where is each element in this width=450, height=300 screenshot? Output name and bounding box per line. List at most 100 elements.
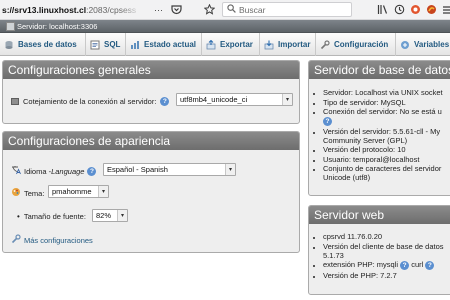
help-icon[interactable]: ? [160, 96, 170, 106]
list-item-text: curl [411, 260, 424, 269]
tab-sql-label: SQL [104, 40, 121, 49]
export-icon [205, 39, 216, 50]
tab-settings-label: Configuración [334, 40, 389, 49]
tab-import-label: Importar [278, 40, 311, 49]
bookmark-star-icon[interactable] [203, 3, 216, 16]
wrench-icon [319, 39, 330, 50]
appearance-settings-header: Configuraciones de apariencia [3, 132, 299, 150]
theme-row: Tema: [11, 184, 44, 202]
db-server-title: Servidor de base de datos [314, 63, 450, 77]
language-label-english: Language [51, 166, 85, 176]
font-size-label: Tamaño de fuente: [23, 211, 86, 221]
list-item-text: Unicode (utf8) [323, 173, 371, 182]
list-item-text: Community Server (GPL) [323, 135, 408, 145]
list-item: Versión de PHP: 7.2.7 [323, 271, 444, 280]
tab-databases[interactable]: Bases de datos [0, 33, 86, 56]
font-size-select[interactable]: 82% ▾ [92, 209, 128, 222]
tab-databases-label: Bases de datos [18, 40, 77, 49]
appearance-settings-title: Configuraciones de apariencia [8, 134, 171, 148]
language-select[interactable]: Español - Spanish ▾ [103, 163, 236, 176]
import-icon [263, 39, 274, 50]
more-settings-link[interactable]: Más configuraciones [11, 231, 93, 249]
list-item: Versión del protocolo: 10 [323, 145, 443, 154]
tab-variables[interactable]: Variables [396, 33, 450, 56]
pocket-icon[interactable] [170, 3, 183, 16]
appearance-settings-panel: Configuraciones de apariencia Idioma - L… [2, 131, 300, 253]
tab-import[interactable]: Importar [260, 33, 316, 56]
general-settings-panel: Configuraciones generales Cotejamiento d… [2, 60, 300, 124]
help-icon[interactable]: ? [323, 117, 332, 126]
tab-status[interactable]: Estado actual [126, 33, 202, 56]
tab-settings[interactable]: Configuración [316, 33, 396, 56]
main-tab-bar: Bases de datos SQL Estado actual Exporta… [0, 33, 450, 56]
list-item: Servidor: Localhost via UNIX socket [323, 88, 443, 97]
url-host: s://srv13.linuxhost.cl [2, 5, 87, 15]
help-icon[interactable]: ? [400, 261, 410, 270]
list-item: cpsrvd 11.76.0.20 [323, 232, 444, 241]
list-item: Versión del cliente de base de datos5.1.… [323, 242, 444, 260]
database-icon [3, 39, 14, 50]
help-icon[interactable]: ? [425, 261, 435, 270]
chevron-down-icon: ▾ [98, 186, 108, 197]
server-breadcrumb: Servidor: localhost:3306 [0, 20, 450, 33]
list-item-text: Conexión del servidor: No se está u [323, 107, 442, 116]
list-item-text: 5.1.73 [323, 250, 344, 260]
font-size-row: • Tamaño de fuente: [17, 207, 86, 225]
browser-search-box[interactable] [222, 2, 352, 17]
status-icon [129, 39, 140, 50]
language-label: Idioma - [24, 166, 52, 176]
general-settings-header: Configuraciones generales [3, 61, 299, 79]
theme-label: Tema: [24, 188, 45, 198]
list-item: Tipo de servidor: MySQL [323, 98, 443, 107]
list-item: extensión PHP: mysqli ? curl ? [323, 260, 444, 270]
library-icon[interactable] [376, 3, 389, 16]
wrench-icon [11, 234, 21, 246]
collation-value: utf8mb4_unicode_ci [180, 95, 248, 104]
help-icon[interactable]: ? [87, 166, 97, 176]
search-input[interactable] [239, 4, 349, 15]
list-item: Versión del servidor: 5.5.61-cll - MyCom… [323, 127, 443, 145]
history-icon[interactable] [393, 3, 406, 16]
more-actions-icon[interactable]: ··· [152, 3, 165, 16]
chevron-down-icon: ▾ [117, 210, 127, 221]
collation-label: Cotejamiento de la conexión al servidor: [23, 96, 157, 106]
web-server-header: Servidor web [309, 206, 450, 224]
tab-sql[interactable]: SQL [86, 33, 126, 56]
chevron-down-icon: ▾ [225, 164, 235, 175]
extension-icon[interactable] [409, 3, 422, 16]
web-server-title: Servidor web [314, 208, 385, 222]
list-item-text: Versión del cliente de base de datos [323, 241, 444, 251]
theme-value: pmahomme [52, 187, 92, 196]
server-icon [6, 22, 15, 31]
collation-row: Cotejamiento de la conexión al servidor:… [11, 92, 170, 110]
font-size-value: 82% [96, 211, 112, 220]
tab-status-label: Estado actual [144, 40, 197, 49]
list-item-text: Conjunto de caracteres del servidor [323, 164, 442, 173]
collation-icon [11, 97, 19, 105]
list-item-text: Versión del servidor: 5.5.61-cll - My [323, 126, 441, 136]
list-item: Conexión del servidor: No se está u? [323, 107, 443, 126]
web-server-list: cpsrvd 11.76.0.20 Versión del cliente de… [323, 232, 444, 280]
sql-icon [89, 39, 100, 50]
menu-icon[interactable] [440, 3, 450, 16]
language-value: Español - Spanish [107, 165, 168, 174]
language-row: Idioma - Language ? [11, 162, 97, 180]
list-item: Conjunto de caracteres del servidorUnico… [323, 164, 443, 182]
browser-toolbar: s://srv13.linuxhost.cl:2083/cpsess ··· [0, 0, 450, 20]
language-icon [11, 165, 21, 177]
tab-variables-label: Variables [414, 40, 450, 49]
list-item: Usuario: temporal@localhost [323, 155, 443, 164]
tab-export-label: Exportar [220, 40, 253, 49]
theme-select[interactable]: pmahomme ▾ [48, 185, 109, 198]
general-settings-title: Configuraciones generales [8, 63, 151, 77]
firefox-account-icon[interactable] [425, 3, 438, 16]
server-breadcrumb-label[interactable]: Servidor: localhost:3306 [17, 22, 97, 31]
variables-icon [399, 39, 410, 50]
url-bar[interactable]: s://srv13.linuxhost.cl:2083/cpsess [2, 5, 136, 15]
collation-select[interactable]: utf8mb4_unicode_ci ▾ [176, 93, 293, 106]
more-settings-label: Más configuraciones [24, 235, 93, 245]
db-server-header: Servidor de base de datos [309, 61, 450, 79]
tab-export[interactable]: Exportar [202, 33, 260, 56]
theme-icon [11, 187, 21, 199]
list-item-text: extensión PHP: mysqli [323, 260, 399, 269]
